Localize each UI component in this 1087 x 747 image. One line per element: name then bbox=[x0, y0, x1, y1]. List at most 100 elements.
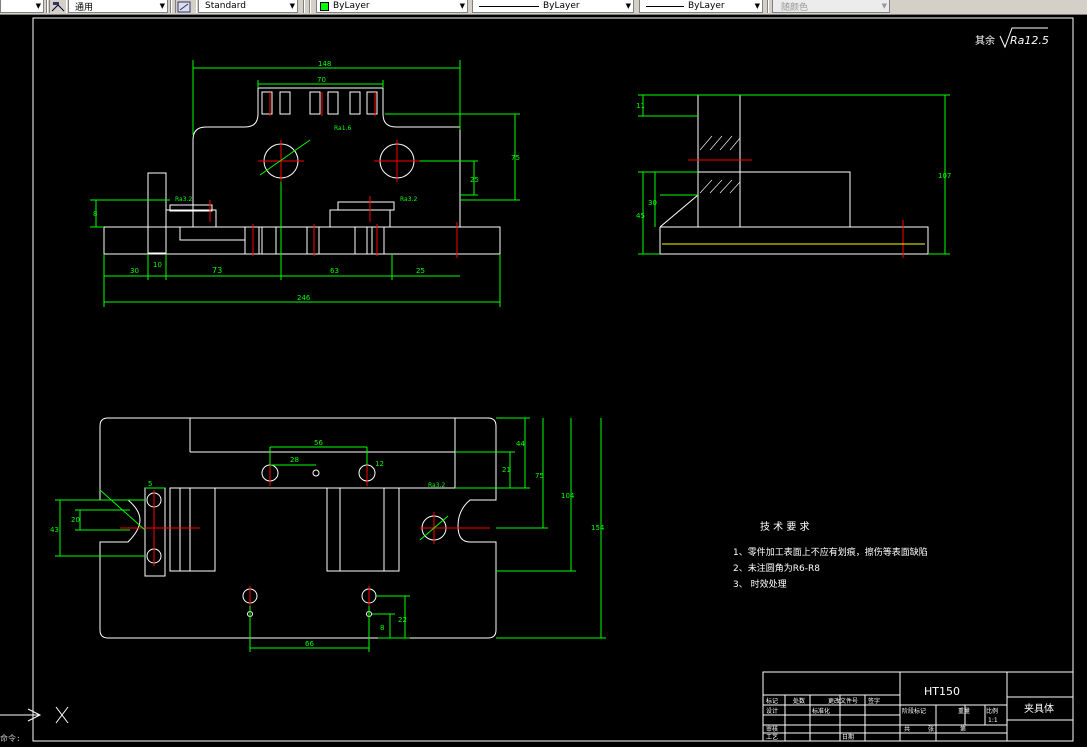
dim-text: 75 bbox=[535, 472, 544, 480]
dimension-style-value: Standard bbox=[205, 1, 246, 11]
previous-combo[interactable]: ▼ bbox=[0, 0, 44, 13]
dim-text: 148 bbox=[318, 60, 331, 68]
header-cell: 处数 bbox=[793, 697, 805, 705]
dimension-style-button[interactable] bbox=[175, 0, 197, 13]
label-cell: 标准化 bbox=[812, 707, 830, 715]
dim-text: 30 bbox=[130, 267, 139, 275]
label-cell: 重量 bbox=[958, 707, 970, 715]
color-value: ByLayer bbox=[333, 1, 370, 11]
linetype-value: ByLayer bbox=[543, 1, 580, 11]
tech-line-3: 3、 时效处理 bbox=[733, 578, 787, 590]
header-cell: 签字 bbox=[868, 697, 880, 705]
toolbar-separator bbox=[303, 0, 305, 13]
dim-text: 154 bbox=[591, 524, 605, 532]
dim-text: 8 bbox=[93, 210, 97, 218]
side-view-hatch bbox=[699, 135, 741, 194]
dim-text: 20 bbox=[71, 516, 80, 524]
roughness-label: Ra1.6 bbox=[334, 125, 351, 132]
dim-text: 5 bbox=[148, 480, 152, 488]
top-view-dimensions bbox=[55, 417, 606, 652]
chevron-down-icon: ▼ bbox=[881, 2, 887, 10]
dim-text: 44 bbox=[516, 440, 525, 448]
dim-text: 66 bbox=[305, 640, 314, 648]
layer-properties-icon bbox=[51, 1, 65, 11]
dimension-style-select[interactable]: Standard ▼ bbox=[198, 0, 298, 13]
label-cell: 工艺 bbox=[766, 733, 778, 741]
dim-text: 25 bbox=[470, 176, 479, 184]
drawing-canvas[interactable]: 其余 Ra12.5 148 70 8 75 25 30 10 73 63 25 … bbox=[0, 14, 1087, 743]
color-swatch bbox=[320, 1, 329, 11]
sheet-cell: 张 bbox=[928, 725, 934, 733]
properties-toolbar: ▼ 通用 ▼ Standard ▼ ByLayer ▼ ByLayer ▼ By… bbox=[0, 0, 1087, 15]
toolbar-separator bbox=[309, 0, 311, 13]
chevron-down-icon: ▼ bbox=[35, 2, 41, 10]
dim-text: 43 bbox=[50, 526, 59, 534]
dim-text: 22 bbox=[398, 616, 407, 624]
plotstyle-select[interactable]: 随颜色 ▼ bbox=[772, 0, 890, 13]
sheet-cell: 共 bbox=[904, 725, 910, 733]
dim-text: 107 bbox=[938, 172, 951, 180]
dim-text: 45 bbox=[636, 212, 645, 220]
layer-value: 通用 bbox=[75, 2, 94, 13]
front-view-dimensions bbox=[90, 60, 520, 307]
linetype-select[interactable]: ByLayer ▼ bbox=[472, 0, 634, 13]
toolbar-separator bbox=[767, 0, 769, 13]
part-name: 夹具体 bbox=[1024, 702, 1054, 715]
toolbar-separator bbox=[46, 0, 48, 13]
chevron-down-icon: ▼ bbox=[625, 2, 631, 10]
chevron-down-icon: ▼ bbox=[754, 2, 760, 10]
layer-select[interactable]: 通用 ▼ bbox=[68, 0, 168, 13]
general-roughness: 其余 Ra12.5 bbox=[975, 27, 1049, 49]
lineweight-value: ByLayer bbox=[688, 1, 725, 11]
roughness-label: Ra3.2 bbox=[400, 196, 417, 203]
lineweight-sample bbox=[646, 5, 684, 7]
material-label: HT150 bbox=[924, 685, 960, 698]
header-cell: 更改文件号 bbox=[828, 697, 858, 705]
dimension-style-icon bbox=[177, 1, 191, 12]
front-view-dim-text: 148 70 8 75 25 30 10 73 63 25 246 Ra1.6 … bbox=[93, 60, 520, 302]
dim-text: 30 bbox=[648, 199, 657, 207]
drawing-frame bbox=[32, 17, 1074, 742]
roughness-value: Ra12.5 bbox=[1010, 34, 1049, 47]
tech-line-2: 2、未注圆角为R6-R8 bbox=[733, 562, 820, 574]
tech-title: 技 术 要 求 bbox=[760, 520, 810, 533]
label-cell: 比例 bbox=[986, 707, 998, 715]
plotstyle-value: 随颜色 bbox=[781, 2, 809, 13]
roughness-label: Ra3.2 bbox=[428, 482, 445, 489]
dim-text: 11 bbox=[636, 102, 645, 110]
front-view bbox=[103, 87, 501, 255]
chevron-down-icon: ▼ bbox=[289, 2, 295, 10]
command-line[interactable]: 命令: bbox=[0, 733, 160, 743]
dim-text: 73 bbox=[212, 266, 222, 275]
dim-text: 70 bbox=[317, 76, 326, 84]
scale-value: 1:1 bbox=[988, 717, 998, 724]
lineweight-select[interactable]: ByLayer ▼ bbox=[639, 0, 763, 13]
command-prompt: 命令: bbox=[0, 734, 21, 743]
front-view-centerlines bbox=[209, 92, 458, 258]
side-view bbox=[659, 94, 929, 255]
toolbar-separator bbox=[170, 0, 172, 13]
dim-text: 10 bbox=[153, 261, 162, 269]
label-cell: 设计 bbox=[766, 707, 778, 715]
dim-text: 28 bbox=[290, 456, 299, 464]
label-cell: 阶段标记 bbox=[902, 707, 926, 715]
color-select[interactable]: ByLayer ▼ bbox=[316, 0, 468, 13]
tech-line-1: 1、零件加工表面上不应有划痕，擦伤等表面缺陷 bbox=[733, 546, 928, 558]
dim-text: 63 bbox=[330, 267, 339, 275]
layer-properties-button[interactable] bbox=[49, 0, 67, 13]
label-cell: 日期 bbox=[842, 733, 854, 741]
dim-text: 12 bbox=[375, 460, 384, 468]
label-cell: 审核 bbox=[766, 725, 778, 733]
dim-text: 25 bbox=[416, 267, 425, 275]
dim-text: 104 bbox=[561, 492, 575, 500]
chevron-down-icon: ▼ bbox=[459, 2, 465, 10]
chevron-down-icon: ▼ bbox=[159, 2, 165, 10]
roughness-prefix: 其余 bbox=[975, 34, 995, 47]
dim-text: 246 bbox=[297, 294, 311, 302]
technical-requirements: 技 术 要 求 1、零件加工表面上不应有划痕，擦伤等表面缺陷 2、未注圆角为R6… bbox=[733, 520, 928, 590]
linetype-sample bbox=[479, 5, 539, 7]
side-view-center bbox=[688, 159, 904, 258]
dim-text: 56 bbox=[314, 439, 323, 447]
roughness-label: Ra3.2 bbox=[175, 196, 192, 203]
dim-text: 75 bbox=[511, 154, 520, 162]
